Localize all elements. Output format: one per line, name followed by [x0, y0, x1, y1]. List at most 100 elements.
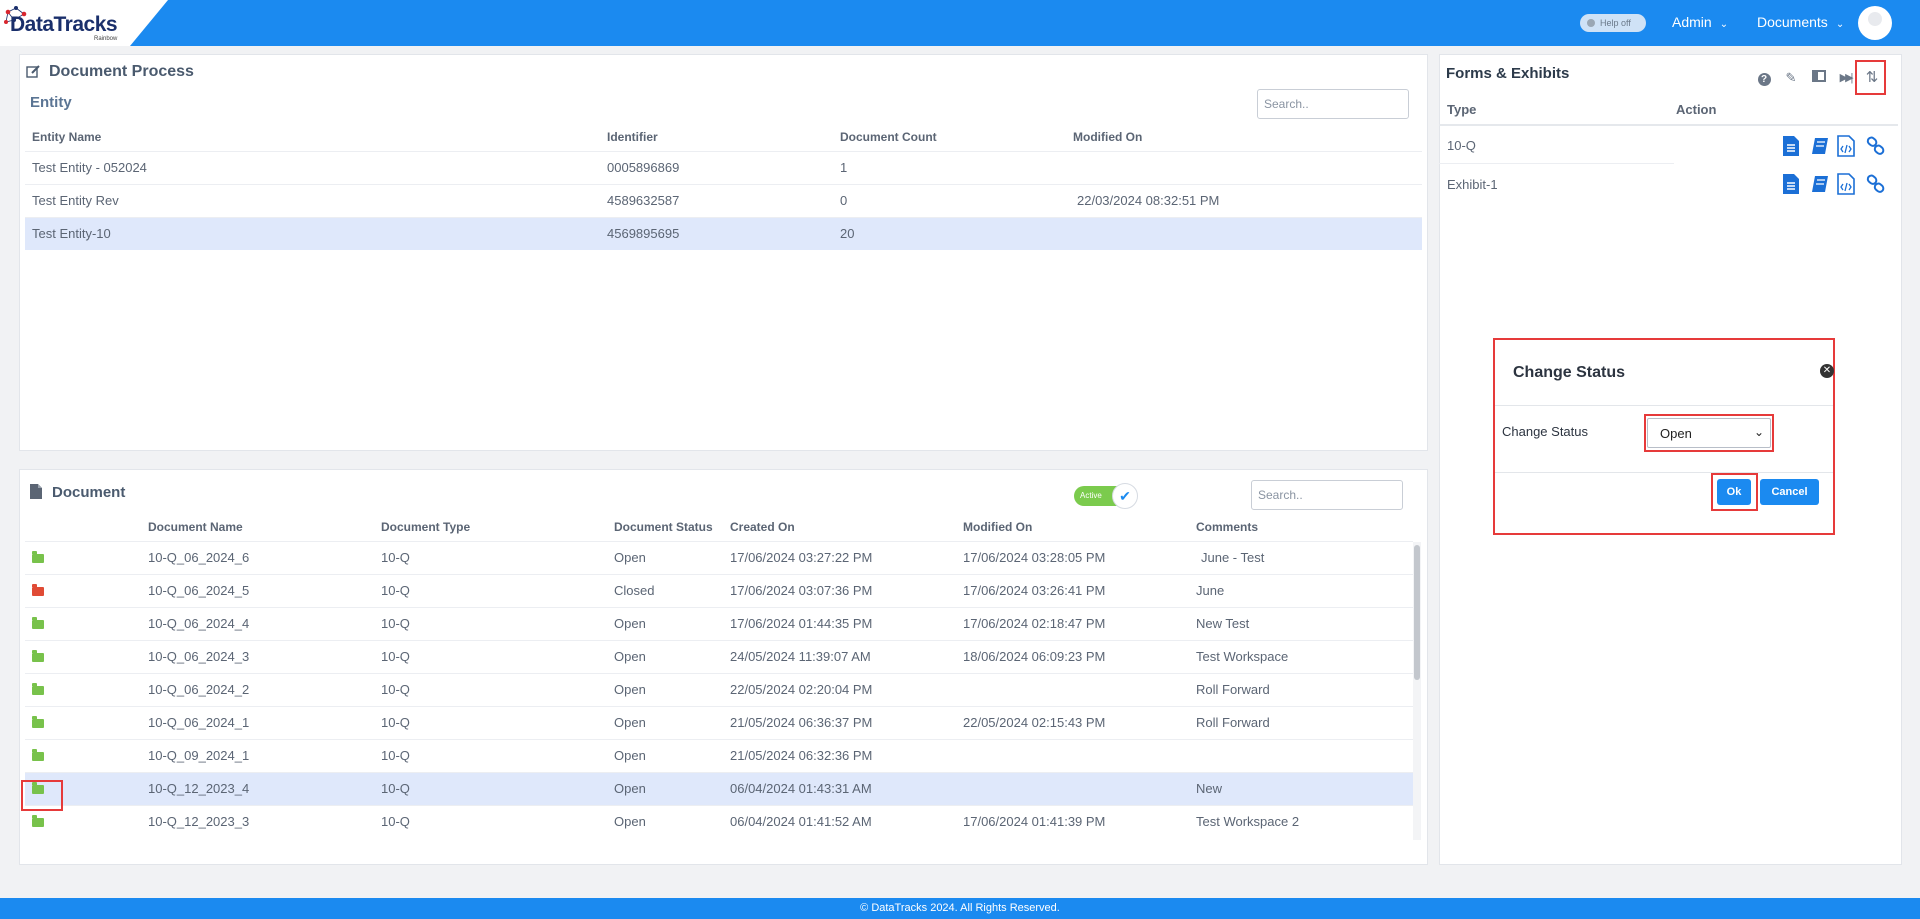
document-created-on: 21/05/2024 06:36:37 PM	[730, 705, 963, 739]
table-row[interactable]: 10-Q_12_2023_3 10-Q Open 06/04/2024 01:4…	[25, 804, 1413, 838]
document-comments	[1196, 738, 1413, 772]
code-file-icon[interactable]	[1836, 135, 1856, 157]
form-type[interactable]: Exhibit-1	[1447, 177, 1498, 192]
document-comments: Test Workspace 2	[1196, 804, 1413, 838]
column-header[interactable]: Comments	[1196, 513, 1413, 541]
document-type: 10-Q	[381, 804, 614, 838]
logo-text: DataTracks	[10, 13, 118, 36]
table-row[interactable]: 10-Q_06_2024_4 10-Q Open 17/06/2024 01:4…	[25, 606, 1413, 640]
entity-identifier: 0005896869	[607, 150, 840, 184]
folder-icon[interactable]	[32, 650, 44, 662]
chevron-down-icon: ⌄	[1719, 19, 1729, 30]
link-icon[interactable]	[1866, 173, 1886, 195]
table-row[interactable]: 10-Q_06_2024_3 10-Q Open 24/05/2024 11:3…	[25, 639, 1413, 673]
document-process-panel	[19, 54, 1428, 451]
document-view-icon[interactable]	[1781, 135, 1801, 157]
folder-icon[interactable]	[32, 716, 44, 728]
document-status: Open	[614, 804, 730, 838]
document-status: Open	[614, 672, 730, 706]
entity-search-input[interactable]: Search..	[1257, 89, 1409, 119]
document-process-title: Document Process	[49, 63, 194, 80]
folder-closed-icon[interactable]	[32, 584, 44, 596]
column-header[interactable]: Modified On	[963, 513, 1196, 541]
column-header: Action	[1676, 102, 1717, 117]
change-status-label: Change Status	[1502, 424, 1589, 439]
document-search-input[interactable]: Search..	[1251, 480, 1403, 510]
document-status: Closed	[614, 573, 730, 607]
document-type: 10-Q	[381, 606, 614, 640]
folder-icon[interactable]	[32, 551, 44, 563]
folder-icon[interactable]	[32, 749, 44, 761]
help-toggle[interactable]: Help off	[1580, 14, 1646, 32]
cancel-button[interactable]: Cancel	[1760, 479, 1819, 505]
column-header[interactable]: Document Status	[614, 513, 730, 541]
document-created-on: 17/06/2024 01:44:35 PM	[730, 606, 963, 640]
document-view-icon[interactable]	[1781, 173, 1801, 195]
edit-icon[interactable]: ✎	[1783, 70, 1799, 86]
document-created-on: 17/06/2024 03:27:22 PM	[730, 540, 963, 574]
table-row[interactable]: 10-Q_06_2024_5 10-Q Closed 17/06/2024 03…	[25, 573, 1413, 607]
entity-name: Test Entity - 052024	[25, 150, 607, 184]
fast-forward-icon[interactable]: ▶▶|	[1837, 70, 1854, 86]
document-type: 10-Q	[381, 672, 614, 706]
column-header[interactable]: Document Type	[381, 513, 614, 541]
book-icon[interactable]	[1810, 135, 1830, 157]
entity-name: Test Entity Rev	[25, 183, 607, 217]
document-modified-on: 22/05/2024 02:15:43 PM	[963, 705, 1196, 739]
folder-icon[interactable]	[32, 617, 44, 629]
user-avatar[interactable]	[1858, 6, 1892, 40]
form-type[interactable]: 10-Q	[1447, 138, 1476, 153]
documents-menu[interactable]: Documents ⌄	[1757, 14, 1844, 30]
document-scrollbar-thumb[interactable]	[1414, 545, 1420, 680]
folder-icon[interactable]	[32, 815, 44, 828]
link-icon[interactable]	[1866, 135, 1886, 157]
help-icon[interactable]: ?	[1756, 70, 1772, 86]
document-name: 10-Q_12_2023_3	[148, 804, 381, 838]
ok-highlight	[1711, 473, 1758, 511]
document-comments: New	[1196, 771, 1413, 805]
active-toggle[interactable]: Active ✔	[1074, 483, 1138, 509]
divider	[1439, 124, 1898, 126]
column-header[interactable]: Entity Name	[25, 123, 607, 151]
column-header[interactable]: Identifier	[607, 123, 840, 151]
close-icon[interactable]: ✕	[1820, 364, 1834, 378]
table-row[interactable]: Test Entity-10 4569895695 20	[25, 216, 1422, 250]
folder-cell[interactable]	[25, 573, 148, 607]
book-icon[interactable]	[1810, 173, 1830, 195]
table-row[interactable]: 10-Q_09_2024_1 10-Q Open 21/05/2024 06:3…	[25, 738, 1413, 772]
edit-icon	[26, 65, 40, 78]
panel-toggle-icon[interactable]	[1811, 70, 1827, 86]
folder-cell[interactable]	[25, 639, 148, 673]
document-created-on: 24/05/2024 11:39:07 AM	[730, 639, 963, 673]
folder-cell[interactable]	[25, 672, 148, 706]
document-created-on: 22/05/2024 02:20:04 PM	[730, 672, 963, 706]
table-row[interactable]: 10-Q_06_2024_1 10-Q Open 21/05/2024 06:3…	[25, 705, 1413, 739]
table-row[interactable]: Test Entity Rev 4589632587 0 22/03/2024 …	[25, 183, 1422, 217]
column-header[interactable]: Document Name	[148, 513, 381, 541]
table-row[interactable]: 10-Q_06_2024_2 10-Q Open 22/05/2024 02:2…	[25, 672, 1413, 706]
document-name: 10-Q_06_2024_2	[148, 672, 381, 706]
admin-menu[interactable]: Admin ⌄	[1672, 14, 1728, 30]
top-bar: DataTracks Rainbow Help off Admin ⌄ Docum…	[0, 0, 1920, 46]
code-file-icon[interactable]	[1836, 173, 1856, 195]
table-row[interactable]: 10-Q_12_2023_4 10-Q Open 06/04/2024 01:4…	[25, 771, 1413, 805]
folder-cell[interactable]	[25, 540, 148, 574]
folder-cell[interactable]	[25, 705, 148, 739]
column-header[interactable]: Modified On	[1073, 123, 1422, 151]
document-name: 10-Q_06_2024_3	[148, 639, 381, 673]
table-row[interactable]: Test Entity - 052024 0005896869 1	[25, 150, 1422, 184]
table-row[interactable]: 10-Q_06_2024_6 10-Q Open 17/06/2024 03:2…	[25, 540, 1413, 574]
document-name: 10-Q_06_2024_4	[148, 606, 381, 640]
documents-menu-label: Documents	[1757, 14, 1828, 30]
document-status: Open	[614, 738, 730, 772]
folder-icon[interactable]	[32, 683, 44, 695]
folder-cell[interactable]	[25, 738, 148, 772]
dialog-header: Change Status ✕	[1495, 340, 1834, 406]
document-created-on: 21/05/2024 06:32:36 PM	[730, 738, 963, 772]
document-modified-on	[963, 738, 1196, 772]
document-status: Open	[614, 606, 730, 640]
column-header[interactable]: Document Count	[840, 123, 1073, 151]
column-header[interactable]: Created On	[730, 513, 963, 541]
folder-cell[interactable]	[25, 606, 148, 640]
logo[interactable]: DataTracks Rainbow	[0, 0, 168, 46]
